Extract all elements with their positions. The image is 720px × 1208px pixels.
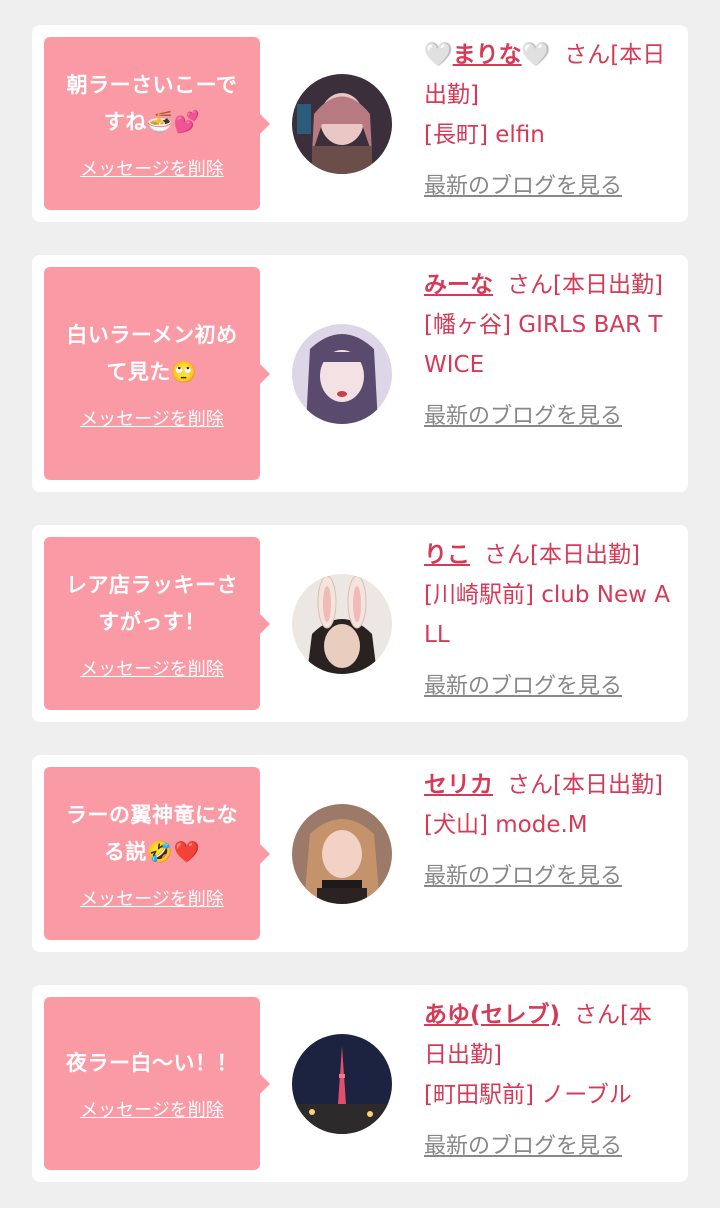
status-text: さん[本日出勤] (484, 542, 640, 568)
message-bubble: 夜ラー白〜い！！ メッセージを削除 (44, 997, 270, 1170)
cast-info: りこ さん[本日出勤] [川崎駅前] club New ALL 最新のブログを見る (424, 535, 674, 707)
avatar[interactable] (292, 574, 392, 674)
status-text: さん[本日出勤] (507, 272, 663, 298)
message-bubble: 朝ラーさいこーですね🍜💕 メッセージを削除 (44, 37, 270, 210)
cast-info: セリカ さん[本日出勤] [犬山] mode.M 最新のブログを見る (424, 765, 674, 897)
message-bubble: ラーの翼神竜になる説🤣❤️ メッセージを削除 (44, 767, 270, 940)
message-text: 夜ラー白〜い！！ (66, 1051, 238, 1075)
message-list: 朝ラーさいこーですね🍜💕 メッセージを削除 🤍まりな🤍 さん[本日出勤] [長町]… (0, 0, 720, 1208)
delete-message-link[interactable]: メッセージを削除 (80, 655, 224, 681)
cast-name: りこ (424, 542, 470, 568)
list-item: 白いラーメン初めて見た🙄 メッセージを削除 みーな さん[本日出勤] [幡ヶ谷] … (32, 255, 688, 492)
heart-icon: 🤍 (424, 42, 454, 69)
message-text: レア店ラッキーさすがっす！ (66, 572, 238, 634)
cast-info: みーな さん[本日出勤] [幡ヶ谷] GIRLS BAR TWICE 最新のブログ… (424, 265, 674, 437)
delete-message-link[interactable]: メッセージを削除 (80, 1096, 224, 1122)
blog-link[interactable]: 最新のブログを見る (424, 857, 674, 897)
shop-name: [長町] elfin (424, 122, 545, 148)
blog-link[interactable]: 最新のブログを見る (424, 667, 674, 707)
cast-name-link[interactable]: みーな (424, 272, 493, 298)
cast-name: みーな (424, 272, 493, 298)
cast-name: セリカ (424, 772, 493, 798)
delete-message-link[interactable]: メッセージを削除 (80, 885, 224, 911)
shop-name: [幡ヶ谷] GIRLS BAR TWICE (424, 312, 663, 378)
list-item: 朝ラーさいこーですね🍜💕 メッセージを削除 🤍まりな🤍 さん[本日出勤] [長町]… (32, 25, 688, 222)
message-text: 白いラーメン初めて見た🙄 (66, 322, 238, 384)
heart-icon: 🤍 (521, 42, 551, 69)
delete-message-link[interactable]: メッセージを削除 (80, 155, 224, 181)
message-bubble: 白いラーメン初めて見た🙄 メッセージを削除 (44, 267, 270, 480)
shop-name: [町田駅前] ノーブル (424, 1082, 632, 1108)
cast-name-link[interactable]: りこ (424, 542, 470, 568)
cast-info: あゆ(セレブ) さん[本日出勤] [町田駅前] ノーブル 最新のブログを見る (424, 995, 674, 1167)
avatar[interactable] (292, 804, 392, 904)
cast-name: あゆ(セレブ) (424, 1002, 561, 1028)
delete-message-link[interactable]: メッセージを削除 (80, 405, 224, 431)
cast-info: 🤍まりな🤍 さん[本日出勤] [長町] elfin 最新のブログを見る (424, 35, 674, 207)
blog-link[interactable]: 最新のブログを見る (424, 167, 674, 207)
message-text: 朝ラーさいこーですね🍜💕 (66, 72, 238, 134)
shop-name: [川崎駅前] club New ALL (424, 582, 670, 648)
cast-name: まりな (452, 42, 522, 68)
list-item: 夜ラー白〜い！！ メッセージを削除 あゆ(セレブ) さん[本日出勤] [町田駅前]… (32, 985, 688, 1182)
status-text: さん[本日出勤] (507, 772, 663, 798)
cast-name-link[interactable]: セリカ (424, 772, 493, 798)
blog-link[interactable]: 最新のブログを見る (424, 397, 674, 437)
avatar[interactable] (292, 1034, 392, 1134)
message-bubble: レア店ラッキーさすがっす！ メッセージを削除 (44, 537, 270, 710)
shop-name: [犬山] mode.M (424, 812, 588, 838)
list-item: レア店ラッキーさすがっす！ メッセージを削除 りこ さん[本日出勤] [川崎駅前]… (32, 525, 688, 722)
avatar[interactable] (292, 324, 392, 424)
cast-name-link[interactable]: あゆ(セレブ) (424, 1002, 560, 1028)
blog-link[interactable]: 最新のブログを見る (424, 1127, 674, 1167)
list-item: ラーの翼神竜になる説🤣❤️ メッセージを削除 セリカ さん[本日出勤] [犬山] … (32, 755, 688, 952)
avatar[interactable] (292, 74, 392, 174)
message-text: ラーの翼神竜になる説🤣❤️ (66, 802, 238, 864)
cast-name-link[interactable]: 🤍まりな🤍 (424, 42, 551, 69)
